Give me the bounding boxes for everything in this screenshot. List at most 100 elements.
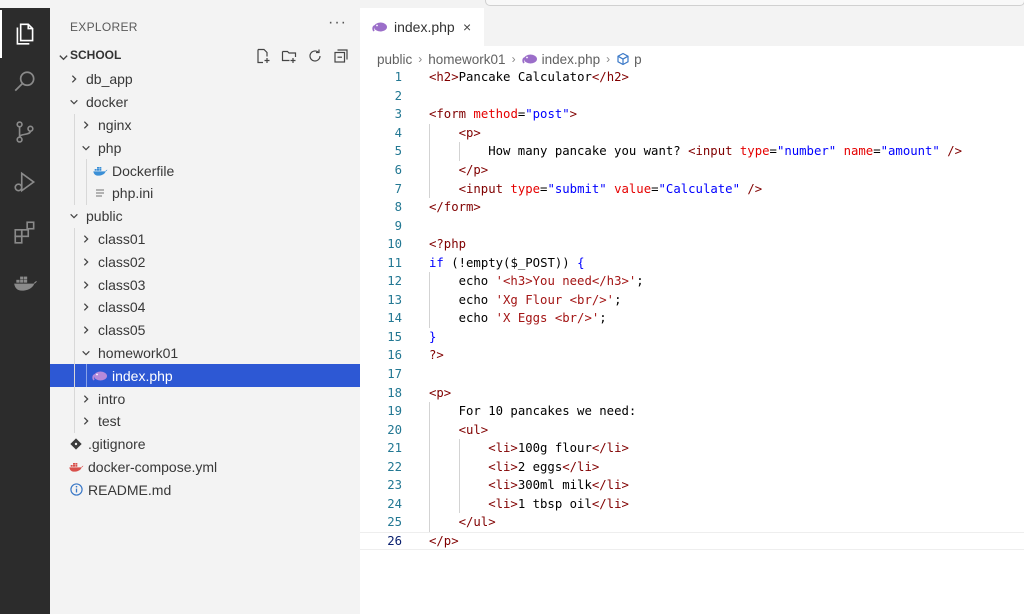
code-line[interactable]: 1 <h2>Pancake Calculator</h2> <box>360 68 1024 87</box>
code-line[interactable]: 8 </form> <box>360 198 1024 217</box>
folder-item-db-app[interactable]: db_app <box>50 68 360 91</box>
code-line[interactable]: 18 <p> <box>360 383 1024 402</box>
code-line[interactable]: 21 <li>100g flour</li> <box>360 438 1024 458</box>
code-line[interactable]: 14 echo 'X Eggs <br/>'; <box>360 309 1024 328</box>
code-line[interactable]: 7 <input type="submit" value="Calculate" … <box>360 179 1024 198</box>
indent-guide <box>429 438 430 458</box>
breadcrumb-item-file[interactable]: index.php <box>542 52 601 67</box>
line-number: 21 <box>387 441 402 456</box>
run-debug-icon[interactable] <box>0 158 50 206</box>
workspace-section-header[interactable]: SCHOOL <box>50 45 360 67</box>
code-line[interactable]: 26 </p> <box>360 531 1024 551</box>
command-center[interactable] <box>485 0 1024 6</box>
code-line[interactable]: 11 if (!empty($_POST)) { <box>360 253 1024 272</box>
folder-item-php[interactable]: php <box>50 136 360 160</box>
indent-guide <box>429 494 430 514</box>
collapse-all-icon[interactable] <box>332 47 350 65</box>
docker-icon[interactable] <box>0 258 50 306</box>
tree-item-label: class05 <box>98 322 146 339</box>
code-line[interactable]: 15} <box>360 328 1024 347</box>
file-item-docker-compose-yml[interactable]: docker-compose.yml <box>50 456 360 479</box>
folder-item-class03[interactable]: class03 <box>50 273 360 296</box>
chevron-right-icon: › <box>511 52 516 66</box>
code-token: = <box>651 181 659 196</box>
php-elephant-icon <box>92 368 108 384</box>
code-token: = <box>873 144 881 159</box>
code-line[interactable]: 4 <p> <box>360 123 1024 143</box>
tree-item-label: class04 <box>98 299 146 316</box>
code-line[interactable]: 3 <form method="post"> <box>360 105 1024 124</box>
indent-guide <box>74 387 75 410</box>
folder-item-docker[interactable]: docker <box>50 91 360 114</box>
folder-item-class04[interactable]: class04 <box>50 295 360 319</box>
breadcrumb-item-symbol[interactable]: p <box>634 52 642 67</box>
code-token: type <box>739 144 770 159</box>
code-line[interactable]: 25 </ul> <box>360 513 1024 532</box>
file-item-dockerfile[interactable]: Dockerfile <box>50 159 360 182</box>
tree-item-label: .gitignore <box>88 436 146 453</box>
breadcrumb-item-homework01[interactable]: homework01 <box>428 52 505 67</box>
code-line[interactable]: 20 <ul> <box>360 420 1024 439</box>
indent-guide <box>429 179 430 198</box>
code-line[interactable]: 6 </p> <box>360 160 1024 180</box>
tree-item-label: docker-compose.yml <box>88 458 218 475</box>
chevron-right-icon <box>80 393 92 405</box>
folder-item-nginx[interactable]: nginx <box>50 113 360 137</box>
code-line[interactable]: 5 How many pancake you want? <input type=… <box>360 142 1024 161</box>
refresh-icon[interactable] <box>306 47 324 65</box>
source-control-icon[interactable] <box>0 108 50 156</box>
code-line[interactable]: 10 <?php <box>360 235 1024 254</box>
file-item-index-php[interactable]: index.php <box>50 364 360 388</box>
chevron-right-icon <box>80 324 92 336</box>
more-actions-icon[interactable]: ··· <box>328 14 347 32</box>
code-line[interactable]: 9 <box>360 216 1024 235</box>
explorer-icon[interactable] <box>0 10 50 58</box>
indent-guide <box>429 476 430 495</box>
tab-index-php[interactable]: index.php × <box>360 8 484 46</box>
folder-item-test[interactable]: test <box>50 409 360 433</box>
php-elephant-icon <box>521 53 538 65</box>
folder-item-public[interactable]: public <box>50 205 360 228</box>
breadcrumb-item-public[interactable]: public <box>377 52 412 67</box>
search-icon[interactable] <box>0 58 50 106</box>
file-item-readme-md[interactable]: README.md <box>50 478 360 501</box>
file-item-php-ini[interactable]: php.ini <box>50 181 360 205</box>
code-line[interactable]: 12 echo '<h3>You need</h3>'; <box>360 272 1024 291</box>
folder-item-class02[interactable]: class02 <box>50 250 360 274</box>
code-line[interactable]: 13 echo 'Xg Flour <br/>'; <box>360 290 1024 310</box>
indent-guide <box>429 123 430 143</box>
code-token: "number" <box>776 144 837 159</box>
new-file-icon[interactable] <box>254 47 272 65</box>
indent-guide <box>74 113 75 137</box>
code-token: echo <box>458 311 496 326</box>
indent-guide <box>74 295 75 319</box>
code-line[interactable]: 16 ?> <box>360 346 1024 365</box>
close-icon[interactable]: × <box>463 19 471 35</box>
code-token: /> <box>747 181 763 196</box>
folder-item-homework01[interactable]: homework01 <box>50 341 360 365</box>
code-line[interactable]: 19 For 10 pancakes we need: <box>360 401 1024 421</box>
code-token: </li> <box>591 441 629 456</box>
new-folder-icon[interactable] <box>280 47 298 65</box>
extensions-icon[interactable] <box>0 208 50 256</box>
code-line[interactable]: 23 <li>300ml milk</li> <box>360 476 1024 495</box>
folder-item-class01[interactable]: class01 <box>50 227 360 251</box>
line-number: 2 <box>394 88 402 103</box>
editor-area: index.php × public › homework01 › index.… <box>360 8 1024 614</box>
folder-item-class05[interactable]: class05 <box>50 318 360 342</box>
indent-guide <box>74 273 75 296</box>
folder-item-intro[interactable]: intro <box>50 387 360 410</box>
code-token: echo <box>458 274 496 289</box>
code-line[interactable]: 2 <box>360 87 1024 106</box>
code-editor[interactable]: 1 <h2>Pancake Calculator</h2> 2 3 <form meth… <box>360 68 1024 551</box>
code-line[interactable]: 22 <li>2 eggs</li> <box>360 457 1024 477</box>
chevron-right-icon <box>80 279 92 291</box>
code-token: <form <box>429 107 474 122</box>
code-line[interactable]: 17 <box>360 365 1024 384</box>
file-item--gitignore[interactable]: .gitignore <box>50 433 360 456</box>
indent-guide <box>74 409 75 433</box>
code-line[interactable]: 24 <li>1 tbsp oil</li> <box>360 494 1024 514</box>
code-token: "Calculate" <box>658 181 740 196</box>
code-text: ?> <box>429 348 444 362</box>
code-token: = <box>769 144 777 159</box>
